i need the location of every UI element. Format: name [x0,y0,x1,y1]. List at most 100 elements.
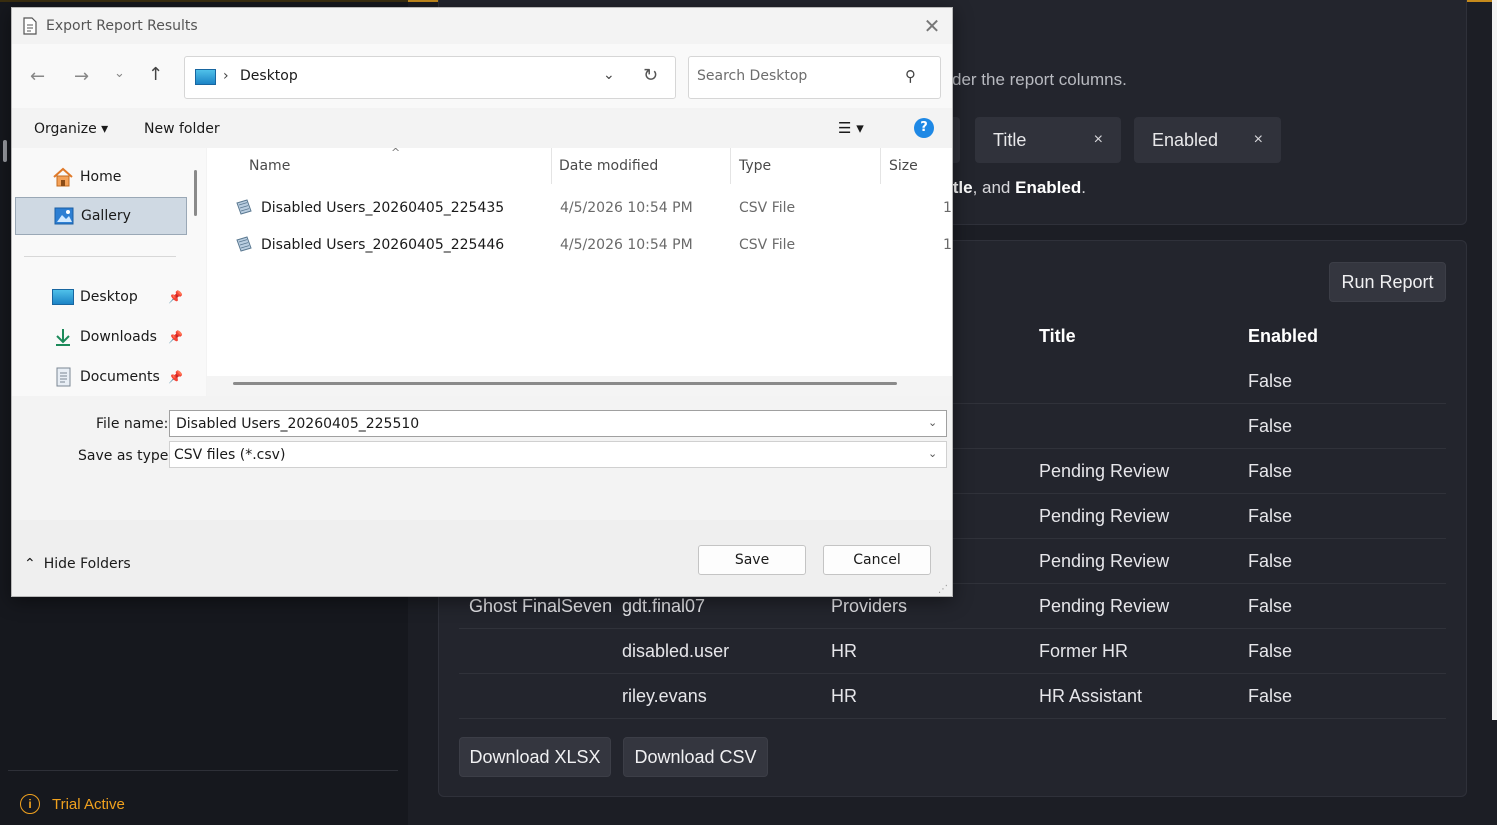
file-name-input[interactable] [176,416,916,432]
nav-item-documents[interactable]: Documents 📌 [14,358,186,396]
chevron-down-icon[interactable]: ⌄ [928,447,937,460]
organize-menu[interactable]: Organize ▾ [34,121,108,137]
cancel-button[interactable]: Cancel [823,545,931,575]
cell-department: HR [831,686,857,706]
view-options-icon[interactable]: ☰ ▾ [838,119,864,137]
table-row: riley.evans HR HR Assistant False [459,674,1446,719]
file-type: CSV File [739,237,796,253]
trial-label: Trial Active [52,795,125,813]
forward-arrow-icon[interactable]: → [74,66,89,87]
sidebar-scroll-handle[interactable] [3,140,7,162]
new-folder-button[interactable]: New folder [144,121,220,137]
column-header-date[interactable]: Date modified [551,148,731,184]
info-icon: i [20,794,40,814]
breadcrumb-desktop[interactable]: Desktop [240,68,298,84]
nav-item-gallery[interactable]: Gallery [15,197,187,235]
column-header-type[interactable]: Type [731,148,881,184]
save-as-type-label: Save as type: [78,448,174,464]
desktop-icon [52,289,74,305]
column-header-name[interactable]: Name [241,148,552,184]
remove-chip-icon[interactable]: × [1254,131,1263,149]
nav-home-label: Home [80,169,122,185]
table-row: disabled.user HR Former HR False [459,629,1446,674]
summary-middle: , and [972,178,1016,197]
search-icon[interactable]: ⚲ [905,67,916,85]
cell-display-name: Ghost FinalSeven [469,596,613,616]
dialog-footer: ⌃ Hide Folders Save Cancel ⋰ [12,520,952,596]
chip-enabled[interactable]: Enabled × [1134,117,1281,163]
sidebar-divider [8,770,398,771]
column-header-enabled[interactable]: Enabled [1248,326,1318,347]
column-header-size[interactable]: Size [881,148,941,184]
resize-grip-icon[interactable]: ⋰ [938,584,948,595]
cell-username: riley.evans [622,686,707,706]
file-name-label: File name: [96,416,169,432]
gallery-icon [54,207,74,225]
chevron-up-icon: ⌃ [24,556,36,572]
search-box[interactable]: ⚲ [688,56,941,99]
chevron-down-icon[interactable]: ⌄ [928,416,937,429]
file-name: Disabled Users_20260405_225446 [261,237,505,253]
download-icon [56,329,70,346]
refresh-icon[interactable]: ↻ [643,65,658,86]
horizontal-scrollbar[interactable] [233,382,897,385]
columns-hint-text: der the report columns. [952,70,1127,89]
nav-documents-label: Documents [80,369,160,385]
file-name-field[interactable]: ⌄ [169,410,947,437]
horizontal-scroll-track [207,376,952,396]
nav-separator [24,256,176,257]
cell-title: HR Assistant [1039,686,1143,706]
address-bar[interactable]: › Desktop ⌄ ↻ [184,56,676,99]
file-row[interactable]: Disabled Users_20260405_225435 4/5/2026 … [211,190,952,226]
home-icon [53,167,73,187]
save-button[interactable]: Save [698,545,806,575]
pin-icon[interactable]: 📌 [168,370,183,384]
search-input[interactable] [697,68,897,84]
nav-item-desktop[interactable]: Desktop 📌 [14,278,186,316]
back-arrow-icon[interactable]: ← [30,66,45,87]
nav-item-home[interactable]: Home [14,158,186,196]
cell-title: Pending Review [1039,506,1170,526]
cell-enabled: False [1248,641,1293,661]
hide-folders-toggle[interactable]: ⌃ Hide Folders [24,556,131,572]
nav-scrollbar[interactable] [194,170,197,216]
save-as-type-value: CSV files (*.csv) [174,447,286,463]
document-icon [23,17,37,35]
file-row[interactable]: Disabled Users_20260405_225446 4/5/2026 … [211,227,952,263]
close-icon[interactable]: ✕ [920,14,944,38]
navigation-pane: Home Gallery Desktop 📌 Downloads 📌 Docum… [12,148,206,396]
up-arrow-icon[interactable]: ↑ [148,64,163,85]
cell-enabled: False [1248,506,1293,526]
download-csv-button[interactable]: Download CSV [623,737,768,777]
csv-file-icon [236,199,252,215]
cell-department: HR [831,641,857,661]
cell-enabled: False [1248,416,1293,436]
chip-enabled-label: Enabled [1152,129,1219,150]
desktop-folder-icon [195,69,216,85]
file-date: 4/5/2026 10:54 PM [560,237,693,253]
chip-title[interactable]: Title × [975,117,1121,163]
dialog-title: Export Report Results [46,18,198,34]
recent-locations-chevron-icon[interactable]: ⌄ [114,66,125,81]
nav-item-downloads[interactable]: Downloads 📌 [14,318,186,356]
trial-status[interactable]: i Trial Active [20,794,125,814]
save-as-type-select[interactable]: CSV files (*.csv) ⌄ [169,441,947,468]
download-xlsx-button[interactable]: Download XLSX [459,737,611,777]
pin-icon[interactable]: 📌 [168,290,183,304]
cell-department: Providers [831,596,908,616]
columns-summary: itle, and Enabled. [948,178,1086,198]
navigation-bar: ← → ⌄ ↑ › Desktop ⌄ ↻ ⚲ [12,44,952,108]
cell-enabled: False [1248,596,1293,616]
dialog-toolbar: Organize ▾ New folder ☰ ▾ ? [12,108,952,148]
csv-file-icon [236,236,252,252]
remove-chip-icon[interactable]: × [1094,131,1103,149]
pin-icon[interactable]: 📌 [168,330,183,344]
file-name: Disabled Users_20260405_225435 [261,200,505,216]
cell-enabled: False [1248,461,1293,481]
nav-gallery-label: Gallery [81,208,131,224]
help-icon[interactable]: ? [914,118,934,138]
cell-enabled: False [1248,371,1293,391]
run-report-button[interactable]: Run Report [1329,262,1446,302]
address-dropdown-chevron-icon[interactable]: ⌄ [603,67,615,83]
column-header-title[interactable]: Title [1039,326,1076,347]
